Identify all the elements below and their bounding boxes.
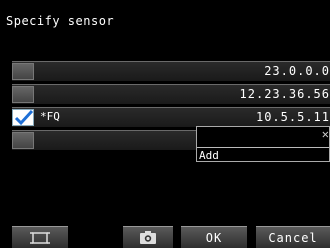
close-icon[interactable]: ✕: [322, 127, 329, 141]
sensor-checkbox[interactable]: [12, 86, 34, 103]
checkmark-icon: [14, 109, 34, 126]
sensor-ip: 23.0.0.0: [264, 64, 330, 78]
popup-divider: [197, 147, 329, 148]
add-popup: ✕ Add: [196, 126, 330, 162]
camera-button[interactable]: [123, 226, 173, 248]
sensor-row[interactable]: 23.0.0.0: [12, 61, 330, 81]
sensor-row[interactable]: 12.23.36.56: [12, 84, 330, 104]
sensor-row[interactable]: *FQ 10.5.5.11: [12, 107, 330, 127]
sensor-ip: 12.23.36.56: [239, 87, 330, 101]
cancel-button[interactable]: Cancel: [256, 226, 330, 248]
display-frame-icon: [30, 231, 50, 244]
camera-icon: [140, 231, 156, 244]
add-menu-item[interactable]: Add: [199, 149, 219, 162]
sensor-checkbox[interactable]: [12, 109, 34, 126]
sensor-ip: 10.5.5.11: [255, 110, 330, 124]
sensor-name: *FQ: [40, 110, 60, 123]
sensor-checkbox[interactable]: [12, 63, 34, 80]
ok-button[interactable]: OK: [181, 226, 247, 248]
sensor-checkbox[interactable]: [12, 132, 34, 149]
display-button[interactable]: [12, 226, 68, 248]
page-title: Specify sensor: [6, 14, 115, 28]
